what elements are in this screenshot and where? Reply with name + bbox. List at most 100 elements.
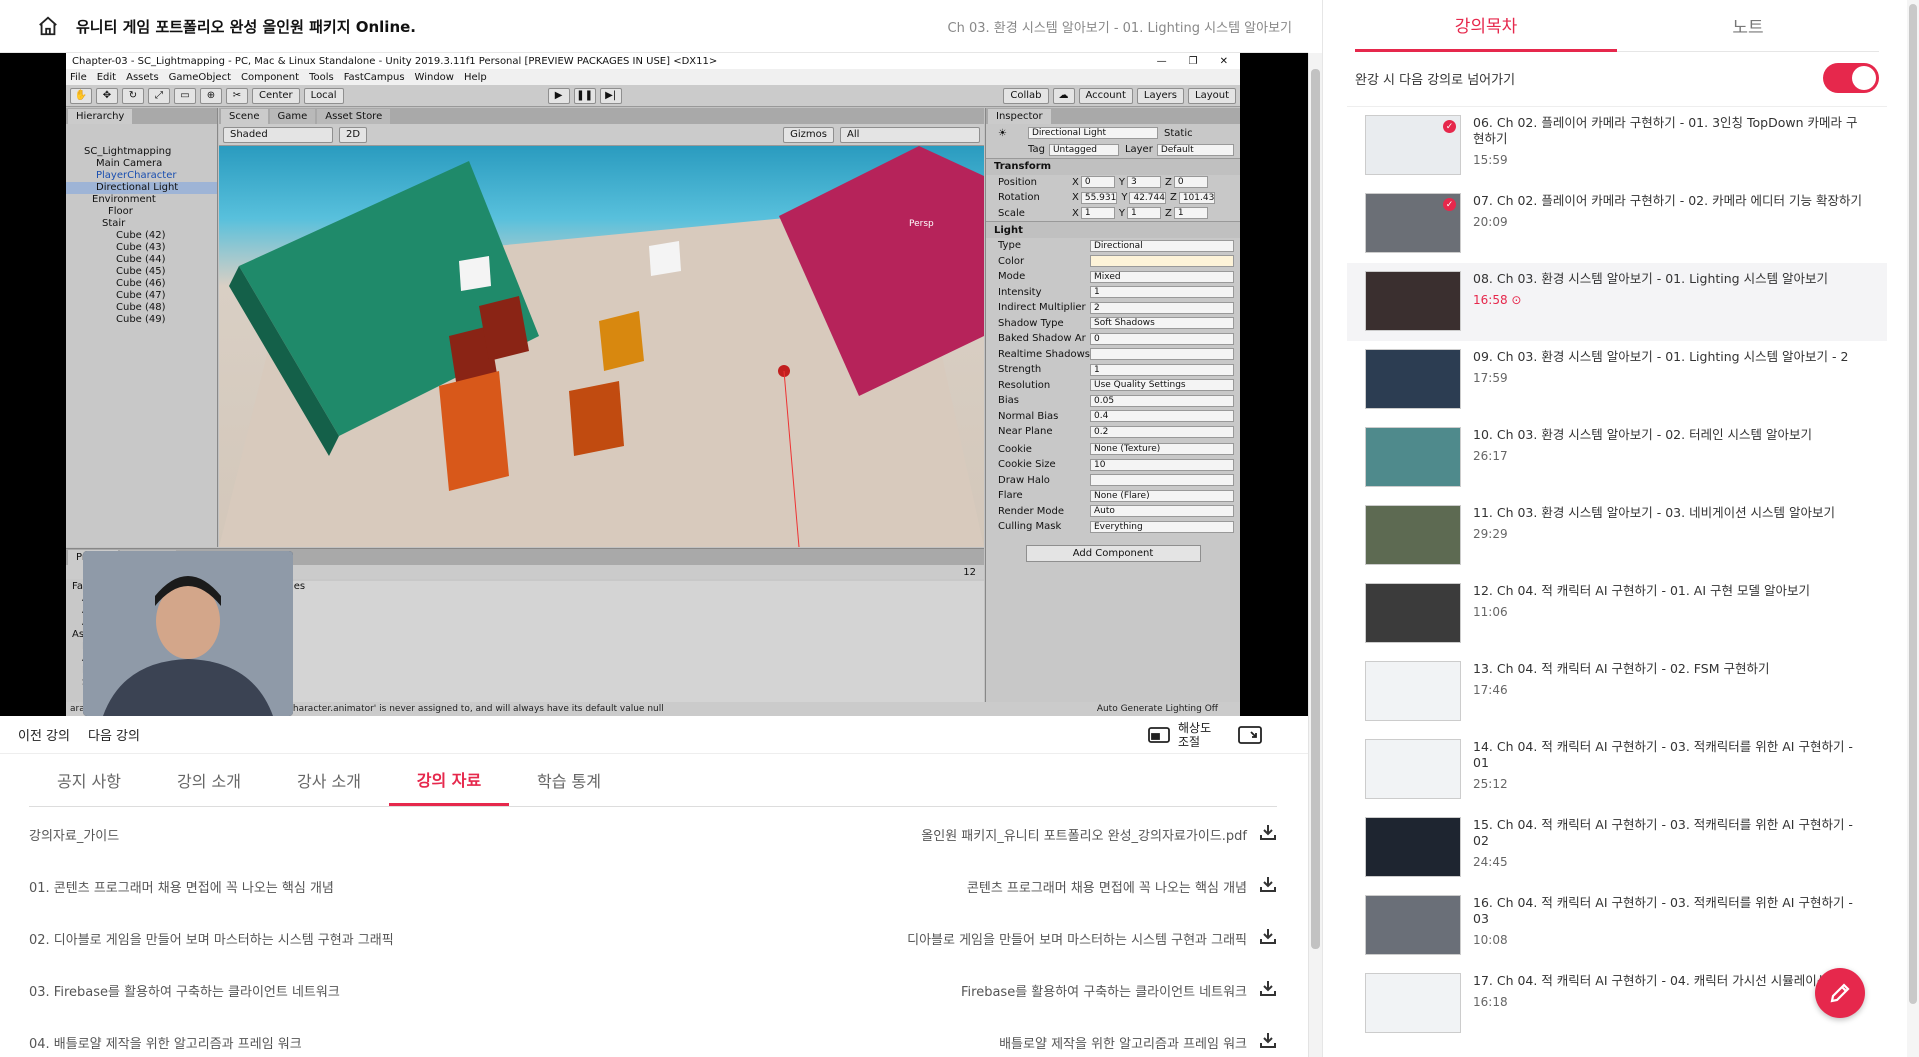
autoplay-row: 완강 시 다음 강의로 넘어가기: [1355, 61, 1879, 95]
material-download[interactable]: 배틀로얄 제작을 위한 알고리즘과 프레임 워크: [999, 1031, 1277, 1053]
light-prop-row: Render Mode Auto: [986, 504, 1240, 520]
lecture-item[interactable]: ✓ 06. Ch 02. 플레이어 카메라 구현하기 - 01. 3인칭 TopD…: [1347, 107, 1887, 185]
material-title: 강의자료_가이드: [29, 828, 120, 844]
light-prop-value: 0.4: [1090, 410, 1234, 423]
lecture-thumbnail: [1365, 895, 1461, 955]
lecture-info: 16. Ch 04. 적 캐릭터 AI 구현하기 - 03. 적캐릭터를 위한 …: [1473, 895, 1863, 947]
content-tab[interactable]: 강의 자료: [389, 754, 509, 806]
light-prop-row: Cookie None (Texture): [986, 442, 1240, 458]
lecture-item[interactable]: 13. Ch 04. 적 캐릭터 AI 구현하기 - 02. FSM 구현하기 1…: [1347, 653, 1887, 731]
video-player[interactable]: Chapter-03 - SC_Lightmapping - PC, Mac &…: [0, 53, 1308, 716]
material-title: 02. 디아블로 게임을 만들어 보며 마스터하는 시스템 구현과 그래픽: [29, 932, 394, 948]
lecture-item[interactable]: 15. Ch 04. 적 캐릭터 AI 구현하기 - 03. 적캐릭터를 위한 …: [1347, 809, 1887, 887]
resolution-icon: [1148, 726, 1170, 743]
content-tab[interactable]: 강사 소개: [269, 754, 389, 806]
lecture-item[interactable]: 16. Ch 04. 적 캐릭터 AI 구현하기 - 03. 적캐릭터를 위한 …: [1347, 887, 1887, 965]
lecture-title: 17. Ch 04. 적 캐릭터 AI 구현하기 - 04. 캐릭터 가시선 시…: [1473, 973, 1857, 988]
auto-lighting-status: Auto Generate Lighting Off: [1096, 704, 1218, 714]
light-prop-value: None (Flare): [1090, 489, 1234, 502]
material-download[interactable]: 디아블로 게임을 만들어 보며 마스터하는 시스템 구현과 그래픽: [907, 927, 1277, 949]
lecture-info: 13. Ch 04. 적 캐릭터 AI 구현하기 - 02. FSM 구현하기 1…: [1473, 661, 1863, 697]
collab-dropdown: Collab: [1003, 87, 1049, 104]
scene-viewport: Persp: [219, 146, 984, 547]
unity-menu-item: File: [70, 71, 87, 83]
layout-dropdown: Layout: [1188, 87, 1236, 104]
sidebar-scrollbar[interactable]: [1907, 0, 1919, 1057]
project-file: eon_Github: [172, 606, 984, 618]
unity-menu-item: FastCampus: [343, 71, 405, 83]
scene-tabs: Scene Game Asset Store: [219, 108, 984, 124]
sidebar-tab[interactable]: 강의목차: [1355, 0, 1617, 52]
scene-render: Persp: [219, 146, 984, 547]
hierarchy-item: PlayerCharacter: [96, 170, 177, 181]
autoplay-toggle[interactable]: [1823, 63, 1879, 93]
step-icon: ▶|: [599, 87, 622, 104]
scene-search: All: [840, 126, 980, 143]
light-prop-label: Draw Halo: [998, 474, 1050, 486]
material-download[interactable]: 올인원 패키지_유니티 포트폴리오 완성_강의자료가이드.pdf: [921, 823, 1277, 845]
hierarchy-item: Cube (47): [116, 290, 166, 301]
move-tool-icon: ✥: [96, 87, 118, 104]
content-tab[interactable]: 학습 통계: [509, 754, 629, 806]
project-file: onProbe: [172, 654, 984, 666]
transform-value: 1: [1080, 207, 1115, 220]
custom-tool-icon: ✂: [226, 87, 248, 104]
pip-icon[interactable]: [1238, 725, 1262, 745]
content-tab[interactable]: 강의 소개: [149, 754, 269, 806]
lecture-item[interactable]: 10. Ch 03. 환경 시스템 알아보기 - 02. 터레인 시스템 알아보…: [1347, 419, 1887, 497]
light-prop-row: Resolution Use Quality Settings: [986, 378, 1240, 394]
scene-bar: Shaded 2D Gizmos All: [219, 124, 984, 146]
lecture-duration-text: 15:59: [1473, 153, 1508, 167]
prev-lecture-button[interactable]: 이전 강의: [18, 725, 70, 744]
axis-label: Y: [1121, 192, 1128, 204]
light-prop-row: Flare None (Flare): [986, 488, 1240, 504]
note-edit-button[interactable]: [1815, 968, 1865, 1018]
rotate-tool-icon: ↻: [122, 87, 144, 104]
lecture-item[interactable]: 12. Ch 04. 적 캐릭터 AI 구현하기 - 01. AI 구현 모델 …: [1347, 575, 1887, 653]
home-icon: [39, 16, 57, 36]
sidebar-tab[interactable]: 노트: [1617, 0, 1879, 52]
lecture-item[interactable]: 14. Ch 04. 적 캐릭터 AI 구현하기 - 03. 적캐릭터를 위한 …: [1347, 731, 1887, 809]
content-tab[interactable]: 공지 사항: [29, 754, 149, 806]
unity-menu-item: Window: [414, 71, 454, 83]
transform-header: Transform: [986, 157, 1240, 175]
lecture-title: 13. Ch 04. 적 캐릭터 AI 구현하기 - 02. FSM 구현하기: [1473, 661, 1770, 676]
light-prop-value: 0.2: [1090, 425, 1234, 438]
instructor-webcam: [83, 551, 293, 716]
rect-tool-icon: ▭: [174, 87, 196, 104]
material-row: 04. 배틀로얄 제작을 위한 알고리즘과 프레임 워크 배틀로얄 제작을 위한 …: [29, 1016, 1277, 1057]
lecture-duration: 17:46: [1473, 683, 1863, 697]
light-prop-row: Near Plane 0.2: [986, 424, 1240, 440]
lecture-duration-text: 20:09: [1473, 215, 1508, 229]
lecture-item[interactable]: 17. Ch 04. 적 캐릭터 AI 구현하기 - 04. 캐릭터 가시선 시…: [1347, 965, 1887, 1043]
material-file-name: 콘텐츠 프로그래머 채용 면접에 꼭 나오는 핵심 개념: [966, 880, 1247, 896]
download-icon: [1259, 927, 1277, 949]
light-prop-value: 1: [1090, 286, 1234, 299]
tag-label: Tag: [1028, 144, 1045, 156]
next-lecture-button[interactable]: 다음 강의: [88, 725, 140, 744]
light-prop-value: 10: [1090, 458, 1234, 471]
pivot-toggle: Center: [252, 87, 300, 104]
lecture-item[interactable]: 08. Ch 03. 환경 시스템 알아보기 - 01. Lighting 시스…: [1347, 263, 1887, 341]
home-button[interactable]: [28, 6, 68, 46]
account-dropdown: Account: [1078, 87, 1133, 104]
main-scrollbar[interactable]: [1308, 53, 1322, 1057]
shading-dropdown: Shaded: [223, 126, 333, 143]
lecture-duration: 26:17: [1473, 449, 1863, 463]
unity-menubar: File Edit Assets GameObject Component Tools Fa…: [66, 69, 1240, 85]
download-icon: [1259, 979, 1277, 1001]
material-download[interactable]: 콘텐츠 프로그래머 채용 면접에 꼭 나오는 핵심 개념: [967, 875, 1277, 897]
resolution-button[interactable]: 해상도 조절: [1148, 721, 1218, 749]
lecture-item[interactable]: 09. Ch 03. 환경 시스템 알아보기 - 01. Lighting 시스…: [1347, 341, 1887, 419]
material-download[interactable]: Firebase를 활용하여 구축하는 클라이언트 네트워크: [961, 979, 1277, 1001]
scene-tab: Scene: [221, 108, 268, 124]
lecture-item[interactable]: ✓ 07. Ch 02. 플레이어 카메라 구현하기 - 02. 카메라 에디터 …: [1347, 185, 1887, 263]
lecture-title: 15. Ch 04. 적 캐릭터 AI 구현하기 - 03. 적캐릭터를 위한 …: [1473, 817, 1853, 848]
check-icon: ✓: [1443, 198, 1456, 211]
lecture-title: 14. Ch 04. 적 캐릭터 AI 구현하기 - 03. 적캐릭터를 위한 …: [1473, 739, 1853, 770]
light-prop-row: Cookie Size 10: [986, 457, 1240, 473]
light-prop-label: Baked Shadow Ar: [998, 333, 1086, 345]
download-icon: [1259, 1031, 1277, 1053]
lecture-item[interactable]: 11. Ch 03. 환경 시스템 알아보기 - 03. 네비게이션 시스템 알…: [1347, 497, 1887, 575]
lecture-duration-text: 26:17: [1473, 449, 1508, 463]
